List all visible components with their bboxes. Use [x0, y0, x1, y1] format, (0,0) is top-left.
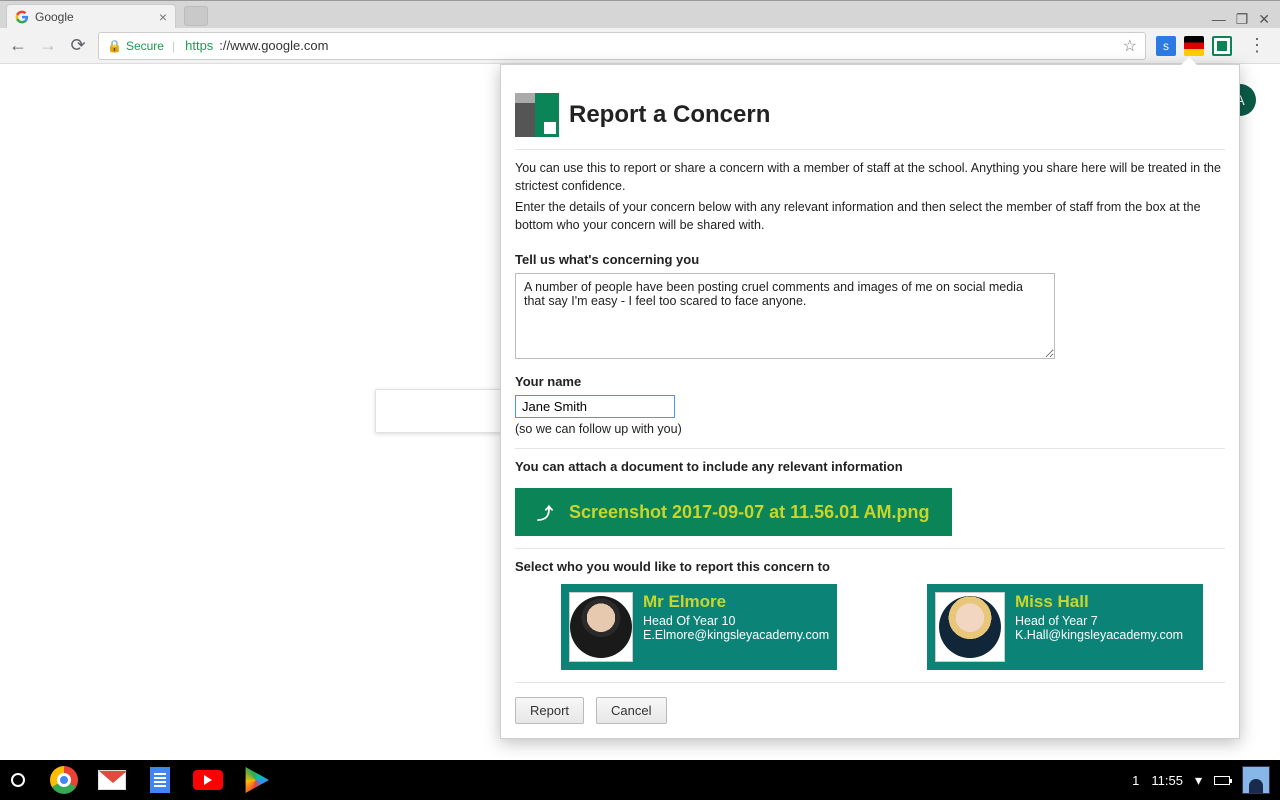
report-button[interactable]: Report	[515, 697, 584, 724]
recipient-name: Miss Hall	[1015, 592, 1183, 612]
attachment-filename: Screenshot 2017-09-07 at 11.56.01 AM.png	[569, 502, 930, 523]
tab-strip: Google ×	[0, 0, 1212, 28]
system-tray[interactable]: 1 11:55 ▾	[1132, 766, 1270, 794]
recipient-name: Mr Elmore	[643, 592, 829, 612]
name-hint: (so we can follow up with you)	[515, 422, 1225, 436]
url-rest: ://www.google.com	[219, 38, 328, 53]
recipient-role: Head of Year 7	[1015, 614, 1183, 628]
browser-titlebar: Google × — ❐ ✕	[0, 0, 1280, 28]
extension-icons: s	[1156, 36, 1232, 56]
recipient-email: E.Elmore@kingsleyacademy.com	[643, 628, 829, 642]
wifi-icon[interactable]: ▾	[1195, 772, 1202, 789]
upload-icon: ⤴	[537, 500, 553, 524]
secure-label: Secure	[126, 39, 164, 53]
cancel-button[interactable]: Cancel	[596, 697, 666, 724]
popup-title: Report a Concern	[569, 101, 770, 129]
name-label: Your name	[515, 374, 1225, 389]
url-scheme: https	[185, 38, 213, 53]
back-icon[interactable]: ←	[8, 35, 28, 56]
notification-count[interactable]: 1	[1132, 773, 1139, 788]
page-content: A Advertising Business About Privacy Ter…	[0, 64, 1280, 800]
taskbar-docs-icon[interactable]	[140, 760, 180, 800]
browser-tab-active[interactable]: Google ×	[6, 4, 176, 28]
attachment-button[interactable]: ⤴ Screenshot 2017-09-07 at 11.56.01 AM.p…	[515, 488, 952, 536]
taskbar-play-icon[interactable]	[236, 760, 276, 800]
concern-label: Tell us what's concerning you	[515, 252, 1225, 267]
google-favicon-icon	[15, 10, 29, 24]
select-recipient-label: Select who you would like to report this…	[515, 559, 1225, 574]
extension-icon-report-concern[interactable]	[1212, 36, 1232, 56]
maximize-icon[interactable]: ❐	[1236, 11, 1249, 28]
lock-icon: 🔒	[107, 39, 122, 53]
attach-label: You can attach a document to include any…	[515, 459, 1225, 474]
tab-close-icon[interactable]: ×	[159, 9, 167, 25]
concern-textarea[interactable]	[515, 273, 1055, 359]
taskbar-chrome-icon[interactable]	[44, 760, 84, 800]
recipient-card-hall[interactable]: Miss Hall Head of Year 7 K.Hall@kingsley…	[927, 584, 1203, 670]
intro-text-1: You can use this to report or share a co…	[515, 160, 1225, 195]
extension-icon-flag[interactable]	[1184, 36, 1204, 56]
taskbar-gmail-icon[interactable]	[92, 760, 132, 800]
minimize-icon[interactable]: —	[1212, 11, 1226, 28]
browser-menu-icon[interactable]: ⋮	[1242, 35, 1272, 56]
report-concern-popup: Report a Concern You can use this to rep…	[500, 64, 1240, 739]
tab-title: Google	[35, 10, 74, 24]
battery-icon[interactable]	[1214, 776, 1230, 785]
forward-icon: →	[38, 35, 58, 56]
intro-text-2: Enter the details of your concern below …	[515, 199, 1225, 234]
popup-logo-icon	[515, 93, 559, 137]
window-controls: — ❐ ✕	[1212, 7, 1280, 28]
recipient-email: K.Hall@kingsleyacademy.com	[1015, 628, 1183, 642]
recipient-avatar	[569, 592, 633, 662]
clock[interactable]: 11:55	[1151, 773, 1183, 788]
recipient-avatar	[935, 592, 1005, 662]
reload-icon[interactable]: ⟳	[68, 35, 88, 56]
launcher-icon[interactable]	[0, 762, 36, 798]
popup-pointer	[1181, 57, 1197, 65]
close-window-icon[interactable]: ✕	[1258, 11, 1270, 28]
taskbar-youtube-icon[interactable]	[188, 760, 228, 800]
address-bar[interactable]: 🔒 Secure | https ://www.google.com ☆	[98, 32, 1146, 60]
user-avatar-icon[interactable]	[1242, 766, 1270, 794]
recipient-card-elmore[interactable]: Mr Elmore Head Of Year 10 E.Elmore@kings…	[561, 584, 837, 670]
secure-indicator[interactable]: 🔒 Secure |	[107, 39, 179, 53]
name-input[interactable]	[515, 395, 675, 418]
new-tab-button[interactable]	[184, 6, 208, 26]
bookmark-star-icon[interactable]: ☆	[1123, 36, 1137, 56]
browser-toolbar: ← → ⟳ 🔒 Secure | https ://www.google.com …	[0, 28, 1280, 64]
extension-icon-1[interactable]: s	[1156, 36, 1176, 56]
os-taskbar: 1 11:55 ▾	[0, 760, 1280, 800]
recipient-role: Head Of Year 10	[643, 614, 829, 628]
